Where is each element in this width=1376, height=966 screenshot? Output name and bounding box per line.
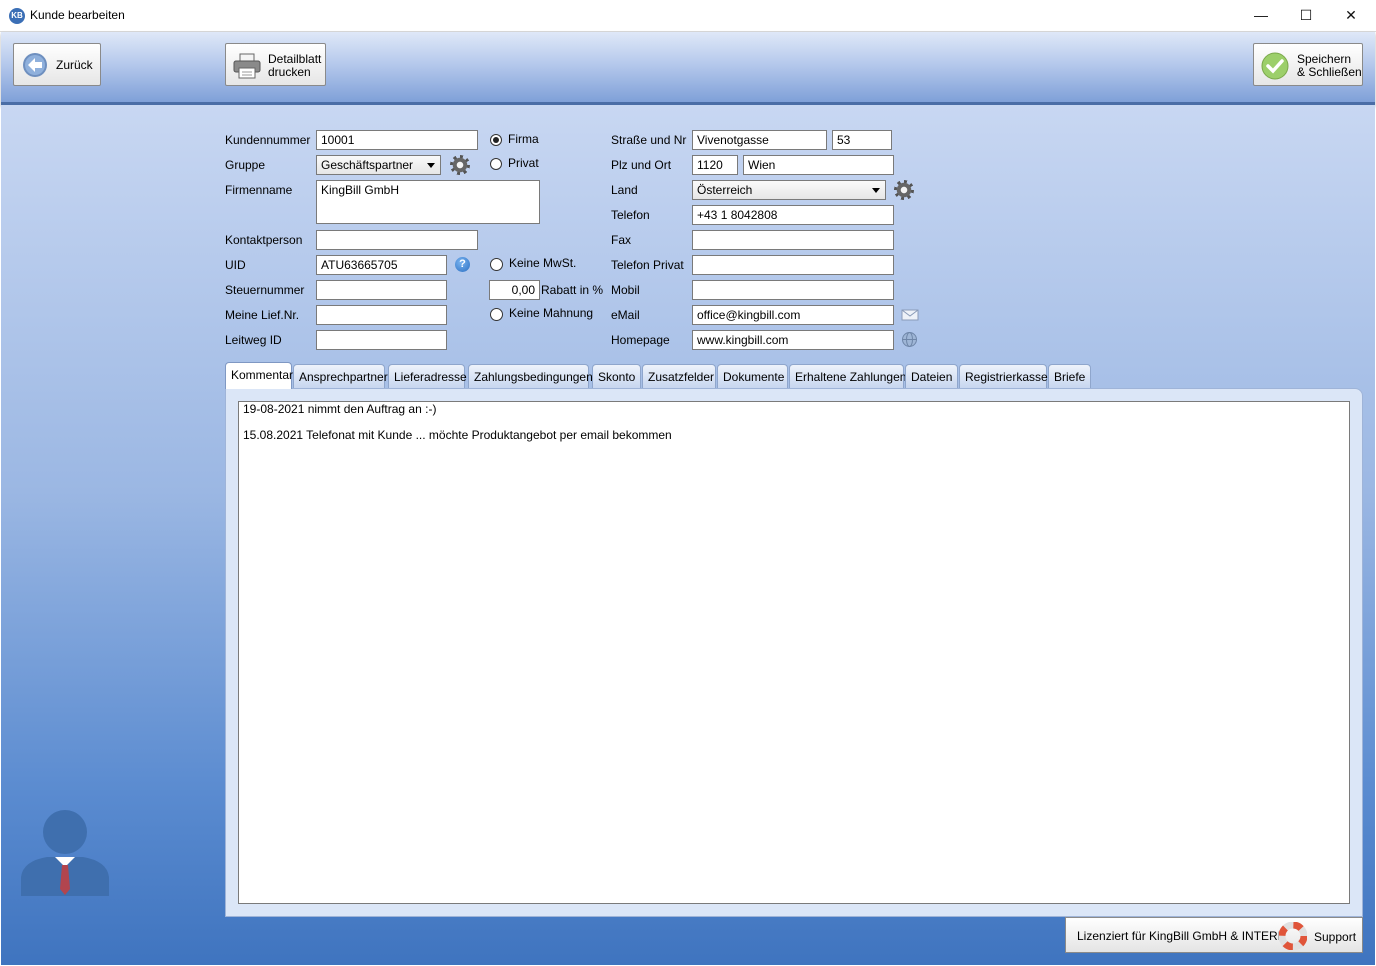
help-icon[interactable]: ?: [455, 257, 470, 272]
app-logo-icon: KB: [9, 8, 25, 24]
arrow-left-icon: [23, 53, 47, 77]
no-vat-checkbox[interactable]: [490, 258, 503, 271]
tab-zusatzfelder[interactable]: Zusatzfelder: [642, 364, 716, 388]
uid-input[interactable]: ATU63665705: [316, 255, 447, 275]
leitweg-id-input[interactable]: [316, 330, 447, 350]
print-detail-button[interactable]: Detailblatt drucken: [225, 43, 326, 86]
company-name-input[interactable]: KingBill GmbH: [316, 180, 540, 224]
tab-dateien[interactable]: Dateien: [905, 364, 958, 388]
leitweg-id-label: Leitweg ID: [225, 333, 282, 347]
street-label: Straße und Nr: [611, 133, 687, 147]
contact-person-label: Kontaktperson: [225, 233, 303, 247]
tab-briefe[interactable]: Briefe: [1048, 364, 1091, 388]
tab-kommentar[interactable]: Kommentar: [225, 362, 293, 389]
type-company-radio[interactable]: [490, 134, 502, 146]
phone-private-label: Telefon Privat: [611, 258, 684, 272]
tab-registrierkasse[interactable]: Registrierkasse: [959, 364, 1048, 388]
minimize-button[interactable]: —: [1238, 0, 1284, 31]
phone-input[interactable]: +43 1 8042808: [692, 205, 894, 225]
tax-number-input[interactable]: [316, 280, 447, 300]
tab-zahlungsbedingungen[interactable]: Zahlungsbedingungen: [468, 364, 593, 388]
toolbar: Zurück Detailblatt drucken Speichern & S…: [1, 32, 1375, 105]
zip-city-label: Plz und Ort: [611, 158, 672, 172]
comment-textarea[interactable]: 19-08-2021 nimmt den Auftrag an :-) 15.0…: [238, 401, 1350, 904]
comment-line: 19-08-2021 nimmt den Auftrag an :-): [243, 402, 437, 416]
country-settings-gear-icon[interactable]: [894, 180, 914, 200]
email-label: eMail: [611, 308, 640, 322]
person-icon: [21, 810, 109, 896]
no-vat-label: Keine MwSt.: [509, 256, 577, 270]
discount-label: Rabatt in %: [541, 283, 604, 297]
printer-icon: [233, 53, 261, 79]
group-label: Gruppe: [225, 158, 266, 172]
back-button[interactable]: Zurück: [13, 43, 101, 86]
email-input[interactable]: office@kingbill.com: [692, 305, 894, 325]
lifebuoy-icon: [1279, 922, 1307, 950]
save-close-button[interactable]: Speichern & Schließen: [1253, 43, 1363, 86]
tax-number-label: Steuernummer: [225, 283, 305, 297]
no-dunning-label: Keine Mahnung: [509, 306, 594, 320]
fax-input[interactable]: [692, 230, 894, 250]
print-button-label-line2: drucken: [268, 65, 311, 79]
tab-ansprechpartner[interactable]: Ansprechpartner: [293, 364, 388, 388]
tab-dokumente[interactable]: Dokumente: [717, 364, 788, 388]
phone-private-input[interactable]: [692, 255, 894, 275]
support-button[interactable]: Lizenziert für KingBill GmbH & INTERN Su…: [1065, 917, 1363, 953]
street-input[interactable]: Vivenotgasse: [692, 130, 827, 150]
company-name-label: Firmenname: [225, 183, 293, 197]
country-select-value: Österreich: [697, 183, 753, 197]
fax-label: Fax: [611, 233, 632, 247]
license-text: Lizenziert für KingBill GmbH & INTERN: [1077, 929, 1287, 943]
support-label: Support: [1314, 930, 1357, 944]
uid-label: UID: [225, 258, 246, 272]
chevron-down-icon: [424, 158, 438, 172]
house-number-input[interactable]: 53: [832, 130, 892, 150]
contact-person-input[interactable]: [316, 230, 478, 250]
close-button[interactable]: ✕: [1328, 0, 1374, 31]
tab-lieferadresse[interactable]: Lieferadresse: [388, 364, 467, 388]
tab-erhaltene-zahlungen[interactable]: Erhaltene Zahlungen: [789, 364, 906, 388]
type-private-radio[interactable]: [490, 158, 502, 170]
customer-number-label: Kundennummer: [225, 133, 311, 147]
comment-line: 15.08.2021 Telefonat mit Kunde ... möcht…: [243, 428, 672, 442]
maximize-button[interactable]: ☐: [1283, 0, 1329, 31]
zip-input[interactable]: 1120: [692, 155, 738, 175]
customer-number-input[interactable]: 10001: [316, 130, 478, 150]
group-select[interactable]: Geschäftspartner: [316, 155, 441, 175]
type-private-label: Privat: [508, 156, 539, 170]
save-button-label-line2: & Schließen: [1297, 65, 1362, 79]
mobile-label: Mobil: [611, 283, 640, 297]
supplier-number-input[interactable]: [316, 305, 447, 325]
group-settings-gear-icon[interactable]: [450, 155, 470, 175]
checkmark-icon: [1261, 52, 1289, 80]
no-dunning-checkbox[interactable]: [490, 308, 503, 321]
email-icon[interactable]: [901, 309, 919, 321]
title-bar: KB Kunde bearbeiten — ☐ ✕: [0, 0, 1376, 32]
homepage-input[interactable]: www.kingbill.com: [692, 330, 894, 350]
globe-icon[interactable]: [901, 331, 918, 348]
tab-skonto[interactable]: Skonto: [592, 364, 641, 388]
group-select-value: Geschäftspartner: [321, 158, 414, 172]
homepage-label: Homepage: [611, 333, 670, 347]
mobile-input[interactable]: [692, 280, 894, 300]
country-label: Land: [611, 183, 638, 197]
supplier-number-label: Meine Lief.Nr.: [225, 308, 300, 322]
back-button-label: Zurück: [56, 58, 93, 72]
discount-input[interactable]: 0,00: [489, 280, 540, 300]
phone-label: Telefon: [611, 208, 650, 222]
city-input[interactable]: Wien: [743, 155, 894, 175]
chevron-down-icon: [869, 183, 883, 197]
type-company-label: Firma: [508, 132, 539, 146]
country-select[interactable]: Österreich: [692, 180, 886, 200]
window-title: Kunde bearbeiten: [30, 8, 125, 22]
